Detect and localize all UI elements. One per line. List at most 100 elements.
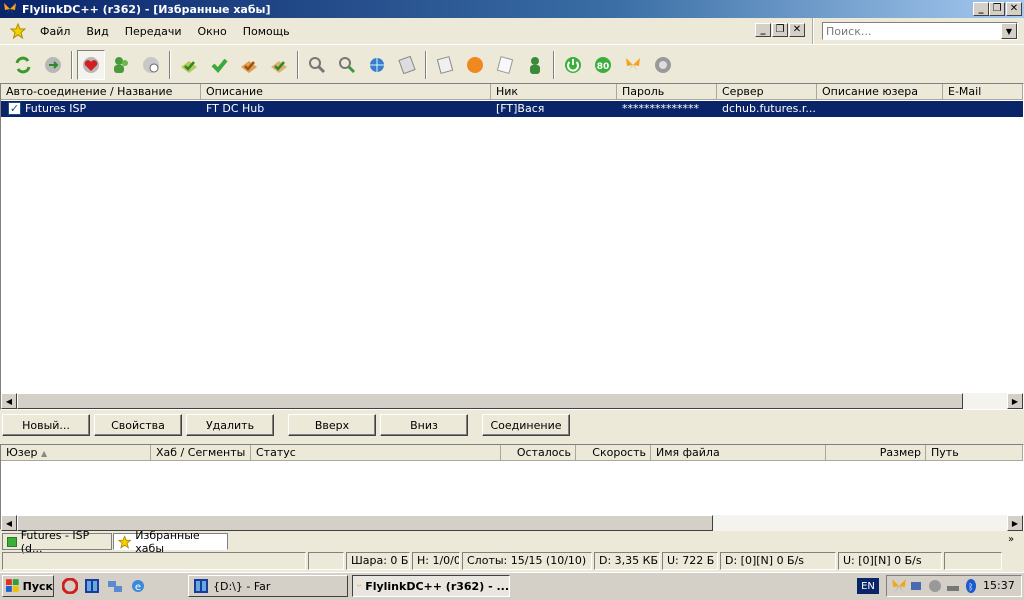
- col-password[interactable]: Пароль: [617, 84, 717, 100]
- scroll-left-icon[interactable]: ◀: [1, 515, 17, 531]
- col-auto-connect-name[interactable]: Авто-соединение / Название: [1, 84, 201, 100]
- menu-transfers[interactable]: Передачи: [117, 25, 190, 38]
- favorite-hubs-list[interactable]: Авто-соединение / Название Описание Ник …: [0, 83, 1024, 410]
- hub-description: FT DC Hub: [206, 102, 265, 115]
- col-server[interactable]: Сервер: [717, 84, 817, 100]
- favorite-hubs-icon[interactable]: [77, 49, 105, 80]
- flylink-butterfly-icon: [2, 1, 18, 17]
- scroll-right-icon[interactable]: ▶: [1007, 393, 1023, 409]
- hub-user-description: [817, 101, 943, 117]
- hub-nick: [FT]Вася: [496, 102, 545, 115]
- col-status[interactable]: Статус: [251, 445, 501, 461]
- properties-button[interactable]: Свойства: [94, 414, 182, 436]
- move-up-button[interactable]: Вверх: [288, 414, 376, 436]
- status-blank: [308, 552, 344, 570]
- opera-icon[interactable]: [61, 577, 79, 595]
- menu-bar: Файл Вид Передачи Окно Помощь: [0, 18, 812, 44]
- tray-usb-icon[interactable]: [945, 578, 961, 597]
- notepad-icon[interactable]: [431, 50, 459, 80]
- col-size[interactable]: Размер: [826, 445, 926, 461]
- col-path[interactable]: Путь: [926, 445, 1023, 461]
- status-extra: [944, 552, 1002, 570]
- favorite-users-icon[interactable]: [107, 50, 135, 80]
- tray-bluetooth-icon[interactable]: ᛒ: [963, 578, 979, 597]
- col-nick[interactable]: Ник: [491, 84, 617, 100]
- far-manager-icon: [194, 579, 208, 593]
- follow-redirect-icon[interactable]: [39, 50, 67, 80]
- menu-file[interactable]: Файл: [32, 25, 78, 38]
- status-hubs: H: 1/0/0: [412, 552, 460, 570]
- col-email[interactable]: E-Mail: [943, 84, 1023, 100]
- scroll-left-icon[interactable]: ◀: [1, 393, 17, 409]
- network-stats-icon[interactable]: [461, 50, 489, 80]
- search-icon[interactable]: [303, 50, 331, 80]
- col-description[interactable]: Описание: [201, 84, 491, 100]
- search-input[interactable]: [823, 23, 999, 39]
- butterfly-icon[interactable]: [619, 50, 647, 80]
- reconnect-icon[interactable]: [9, 50, 37, 80]
- col-user-description[interactable]: Описание юзера: [817, 84, 943, 100]
- tray-volume-icon[interactable]: [927, 578, 943, 597]
- tabs-more-icon[interactable]: »: [1008, 534, 1022, 548]
- ignored-users-icon[interactable]: [137, 50, 165, 80]
- tab-futures-hub[interactable]: Futures - ISP (d...: [2, 529, 112, 555]
- tab-favorite-hubs[interactable]: Избранные хабы: [113, 529, 228, 555]
- menu-help[interactable]: Помощь: [235, 25, 298, 38]
- power-icon[interactable]: [559, 50, 587, 80]
- favorites-star-icon: [118, 534, 132, 549]
- col-speed[interactable]: Скорость: [576, 445, 651, 461]
- system-tray: ᛒ 15:37: [886, 575, 1022, 597]
- file-lists-icon[interactable]: [393, 50, 421, 80]
- restore-button[interactable]: ❐: [989, 2, 1005, 16]
- new-hub-button[interactable]: Новый...: [2, 414, 90, 436]
- mdi-restore-button[interactable]: ❐: [772, 23, 788, 37]
- ie-icon[interactable]: e: [130, 578, 146, 594]
- transfers-list[interactable]: Юзер ▲ Хаб / Сегменты Статус Осталось Ск…: [0, 444, 1024, 531]
- mdi-minimize-button[interactable]: _: [755, 23, 771, 37]
- task-far[interactable]: {D:\} - Far: [188, 575, 348, 597]
- limit-80-icon[interactable]: 80: [589, 50, 617, 80]
- hub-list-scroll-thumb[interactable]: [17, 393, 963, 409]
- hub-password: **************: [622, 102, 699, 115]
- col-hub-segments[interactable]: Хаб / Сегменты: [151, 445, 251, 461]
- finished-downloads-icon[interactable]: [205, 50, 233, 80]
- table-row[interactable]: ✓ Futures ISP FT DC Hub [FT]Вася *******…: [1, 101, 1023, 117]
- col-user[interactable]: Юзер ▲: [1, 445, 151, 461]
- status-bar: Шара: 0 Б H: 1/0/0 Слоты: 15/15 (10/10) …: [0, 551, 1024, 571]
- finished-uploads-icon[interactable]: [265, 50, 293, 80]
- network-icon[interactable]: [107, 578, 123, 594]
- menu-window[interactable]: Окно: [190, 25, 235, 38]
- start-button[interactable]: Пуск: [2, 575, 54, 597]
- move-down-button[interactable]: Вниз: [380, 414, 468, 436]
- speaker-icon[interactable]: [649, 50, 677, 80]
- task-flylink[interactable]: FlylinkDC++ (r362) - ...: [352, 575, 510, 597]
- settings-icon[interactable]: [491, 50, 519, 80]
- col-file-name[interactable]: Имя файла: [651, 445, 826, 461]
- menu-view[interactable]: Вид: [78, 25, 116, 38]
- scroll-right-icon[interactable]: ▶: [1007, 515, 1023, 531]
- delete-button[interactable]: Удалить: [186, 414, 274, 436]
- language-indicator[interactable]: EN: [857, 578, 879, 594]
- minimize-button[interactable]: _: [973, 2, 989, 16]
- tray-flylink-icon[interactable]: [891, 578, 907, 597]
- status-uploaded: U: 722 Б: [662, 552, 718, 570]
- close-button[interactable]: ✕: [1006, 2, 1022, 16]
- user-icon[interactable]: [521, 50, 549, 80]
- transfers-scroll-thumb[interactable]: [17, 515, 713, 531]
- far-manager-icon[interactable]: [84, 578, 100, 594]
- search-combo[interactable]: ▼: [822, 22, 1018, 40]
- col-remaining[interactable]: Осталось: [501, 445, 576, 461]
- mdi-close-button[interactable]: ✕: [789, 23, 805, 37]
- upload-queue-icon[interactable]: [235, 50, 263, 80]
- search-spy-icon[interactable]: [363, 50, 391, 80]
- auto-connect-checkbox[interactable]: ✓: [8, 102, 21, 115]
- adl-search-icon[interactable]: [333, 50, 361, 80]
- queue-icon[interactable]: [175, 50, 203, 80]
- connect-button[interactable]: Соединение: [482, 414, 570, 436]
- search-dropdown-icon[interactable]: ▼: [1001, 23, 1017, 39]
- svg-text:e: e: [135, 582, 141, 593]
- tray-network-icon[interactable]: [909, 578, 925, 597]
- hub-list-hscrollbar[interactable]: ◀ ▶: [1, 393, 1023, 409]
- hub-list-header: Авто-соединение / Название Описание Ник …: [1, 84, 1023, 100]
- hub-online-icon: [7, 536, 17, 547]
